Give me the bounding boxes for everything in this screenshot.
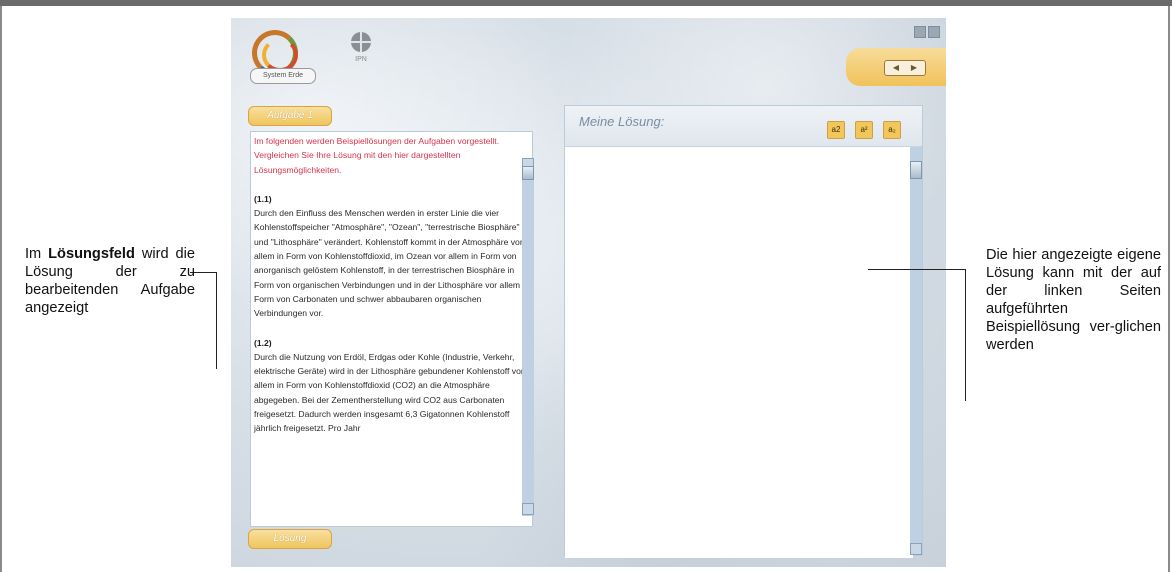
- my-solution-title: Meine Lösung:: [579, 114, 665, 129]
- section-heading: (1.1): [254, 193, 272, 204]
- right-scrollbar[interactable]: [910, 147, 922, 555]
- previous-page-button[interactable]: ◀: [891, 63, 901, 73]
- scrollbar-thumb[interactable]: [522, 166, 534, 180]
- example-solution-text: Im folgenden werden Beispiellösungen der…: [254, 134, 532, 451]
- solution-input[interactable]: [565, 147, 913, 558]
- right-annotation-caption: Die hier angezeigte eigene Lösung kann m…: [986, 247, 1161, 353]
- section-heading: (1.2): [254, 337, 272, 348]
- app-window: System Erde IPN ◀ ▶ Aufgabe 1 Im folgend…: [231, 18, 946, 567]
- system-erde-logo: System Erde: [248, 28, 348, 84]
- intro-text: Im folgenden werden Beispiellösungen der…: [254, 136, 500, 175]
- page-navigation: ◀ ▶: [884, 60, 926, 76]
- globe-icon: [351, 32, 371, 52]
- ipn-logo: IPN: [346, 32, 376, 72]
- frame-right-border: [1168, 6, 1170, 572]
- example-solution-panel: Im folgenden werden Beispiellösungen der…: [250, 131, 533, 527]
- left-scrollbar[interactable]: [522, 158, 534, 516]
- format-subscript-button[interactable]: a₂: [883, 121, 901, 139]
- next-page-button[interactable]: ▶: [909, 63, 919, 73]
- frame-top-border: [0, 0, 1172, 6]
- format-normal-button[interactable]: a2: [827, 121, 845, 139]
- ipn-label: IPN: [355, 56, 367, 63]
- logo-ring-inner: [262, 38, 298, 72]
- close-button[interactable]: [928, 26, 940, 38]
- section-text: Durch die Nutzung von Erdöl, Erdgas oder…: [254, 351, 524, 434]
- frame-left-border: [0, 6, 2, 572]
- caption-bold-term: Lösungsfeld: [48, 246, 135, 262]
- solution-tab-button[interactable]: Lösung: [248, 529, 332, 549]
- section-text: Durch den Einfluss des Menschen werden i…: [254, 208, 530, 319]
- minimize-button[interactable]: [914, 26, 926, 38]
- my-solution-header: Meine Lösung: a2 a² a₂: [565, 106, 922, 147]
- annotation-bracket-right: [965, 269, 966, 401]
- format-superscript-button[interactable]: a²: [855, 121, 873, 139]
- my-solution-panel: Meine Lösung: a2 a² a₂: [564, 105, 923, 558]
- scroll-down-arrow-icon[interactable]: [910, 543, 922, 555]
- logo-label: System Erde: [250, 68, 316, 84]
- left-annotation-caption: Im Lösungsfeld wird die Lösung der zu be…: [25, 245, 195, 317]
- caption-text: Im: [25, 246, 49, 262]
- scrollbar-thumb[interactable]: [910, 161, 922, 179]
- scroll-down-arrow-icon[interactable]: [522, 503, 534, 515]
- annotation-bracket-left: [216, 272, 217, 369]
- annotation-line-right: [868, 269, 965, 270]
- task-tab-button[interactable]: Aufgabe 1: [248, 106, 332, 126]
